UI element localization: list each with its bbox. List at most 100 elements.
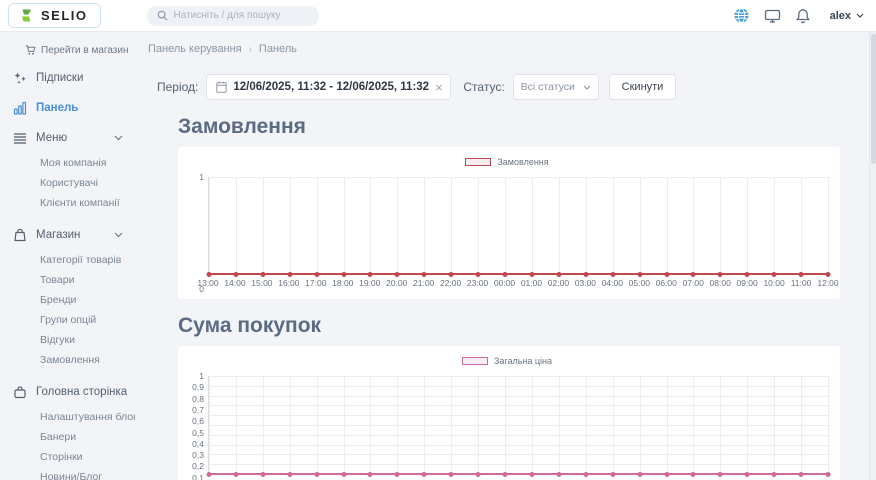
search-icon [157, 10, 168, 21]
chevron-down-icon [856, 13, 864, 18]
reset-filters-button[interactable]: Скинути [609, 74, 677, 100]
v-gridline [747, 177, 748, 274]
sidebar-subitem[interactable]: Налаштування блоку [0, 407, 135, 427]
x-axis-tick: 17:00 [305, 278, 326, 288]
sidebar-subitem[interactable]: Бренди [0, 290, 135, 310]
clear-period-icon[interactable]: × [435, 81, 443, 94]
main-content: Панель керування › Панель Період: 12/06/… [135, 32, 876, 480]
sidebar-subitem[interactable]: Відгуки [0, 330, 135, 350]
sidebar-subitem[interactable]: Групи опцій [0, 310, 135, 330]
legend-label: Загальна ціна [494, 356, 552, 366]
h-gridline [209, 435, 828, 436]
sidebar-subitem[interactable]: Замовлення [0, 350, 135, 370]
app-logo[interactable]: SELIO [8, 3, 101, 28]
x-axis-tick: 23:00 [467, 278, 488, 288]
x-axis-tick: 21:00 [413, 278, 434, 288]
period-label: Період: [157, 80, 198, 94]
vertical-scrollbar[interactable] [869, 32, 876, 480]
x-axis-tick: 02:00 [548, 278, 569, 288]
x-axis-tick: 00:00 [494, 278, 515, 288]
v-gridline [209, 177, 210, 274]
chevron-down-icon [114, 135, 123, 141]
h-gridline [209, 445, 828, 446]
v-gridline [613, 376, 614, 474]
v-gridline [640, 177, 641, 274]
v-gridline [801, 376, 802, 474]
sidebar-subitem[interactable]: Сторінки [0, 447, 135, 467]
scrollbar-thumb[interactable] [871, 34, 876, 164]
sidebar-subitem[interactable]: Банери [0, 427, 135, 447]
v-gridline [586, 177, 587, 274]
v-gridline [828, 376, 829, 474]
notifications-bell-icon[interactable] [795, 7, 812, 24]
v-gridline [613, 177, 614, 274]
v-gridline [451, 376, 452, 474]
sidebar-item-dashboard[interactable]: Панель [0, 99, 135, 116]
v-gridline [236, 376, 237, 474]
h-gridline [209, 425, 828, 426]
legend-swatch [462, 357, 488, 365]
orders-chart-title: Замовлення [178, 115, 876, 139]
v-gridline [505, 376, 506, 474]
v-gridline [532, 177, 533, 274]
x-axis-tick: 18:00 [332, 278, 353, 288]
v-gridline [774, 177, 775, 274]
v-gridline [801, 177, 802, 274]
x-axis-tick: 22:00 [440, 278, 461, 288]
v-gridline [478, 376, 479, 474]
sidebar-subitem[interactable]: Користувачі [0, 173, 135, 193]
v-gridline [344, 376, 345, 474]
orders-chart-section: Замовлення Замовлення 10 13:0014:0015:00… [135, 115, 876, 299]
sidebar-item-menu[interactable]: Меню [0, 129, 135, 146]
x-axis-tick: 13:00 [197, 278, 218, 288]
plot-area [208, 177, 828, 274]
y-axis-tick: 0,3 [192, 450, 204, 460]
v-gridline [774, 376, 775, 474]
chart-legend[interactable]: Замовлення [186, 156, 828, 168]
y-axis-tick: 0,9 [192, 382, 204, 392]
display-monitor-icon[interactable] [764, 7, 781, 24]
breadcrumb-separator: › [249, 44, 252, 55]
sidebar-item-homepage[interactable]: Головна сторінка [0, 383, 135, 400]
app-header: SELIO Натисніть / для пошуку [0, 0, 876, 32]
language-globe-icon[interactable] [733, 7, 750, 24]
status-select[interactable]: Всі статуси [513, 74, 599, 100]
v-gridline [693, 376, 694, 474]
sidebar-subitem[interactable]: Моя компанія [0, 153, 135, 173]
y-axis-tick: 0,5 [192, 428, 204, 438]
x-axis: 13:0014:0015:0016:0017:0018:0019:0020:00… [208, 474, 828, 480]
period-value: 12/06/2025, 11:32 - 12/06/2025, 11:32 [233, 81, 429, 93]
search-input[interactable]: Натисніть / для пошуку [147, 6, 319, 26]
breadcrumb-parent[interactable]: Панель керування [148, 43, 242, 55]
logo-text: SELIO [41, 8, 88, 23]
status-selected-value: Всі статуси [521, 81, 583, 93]
x-axis: 13:0014:0015:0016:0017:0018:0019:0020:00… [208, 274, 828, 289]
v-gridline [317, 177, 318, 274]
go-to-store-link[interactable]: Перейти в магазин [0, 45, 135, 56]
user-name: alex [830, 10, 851, 22]
v-gridline [693, 177, 694, 274]
sidebar-item-subscriptions[interactable]: Підписки [0, 69, 135, 86]
v-gridline [236, 177, 237, 274]
plot-area [208, 376, 828, 474]
x-axis-tick: 04:00 [602, 278, 623, 288]
sidebar-item-label: Панель [36, 102, 123, 114]
sidebar-submenu-homepage: Налаштування блокуБанериСторінкиНовини/Б… [0, 407, 135, 480]
sidebar-subitem[interactable]: Товари [0, 270, 135, 290]
h-gridline [209, 386, 828, 387]
period-date-range-input[interactable]: 12/06/2025, 11:32 - 12/06/2025, 11:32 × [206, 74, 451, 100]
filter-bar: Період: 12/06/2025, 11:32 - 12/06/2025, … [157, 74, 876, 100]
x-axis-tick: 16:00 [278, 278, 299, 288]
user-menu[interactable]: alex [830, 10, 864, 22]
v-gridline [317, 376, 318, 474]
v-gridline [747, 376, 748, 474]
v-gridline [424, 376, 425, 474]
chart-legend[interactable]: Загальна ціна [186, 355, 828, 367]
sidebar-item-label: Головна сторінка [36, 386, 127, 398]
sidebar-item-store[interactable]: Магазин [0, 226, 135, 243]
sidebar-subitem[interactable]: Новини/Блог [0, 467, 135, 480]
sidebar-subitem[interactable]: Категорії товарів [0, 250, 135, 270]
v-gridline [720, 177, 721, 274]
breadcrumb-current: Панель [259, 43, 297, 55]
sidebar-subitem[interactable]: Клієнти компанії [0, 193, 135, 213]
